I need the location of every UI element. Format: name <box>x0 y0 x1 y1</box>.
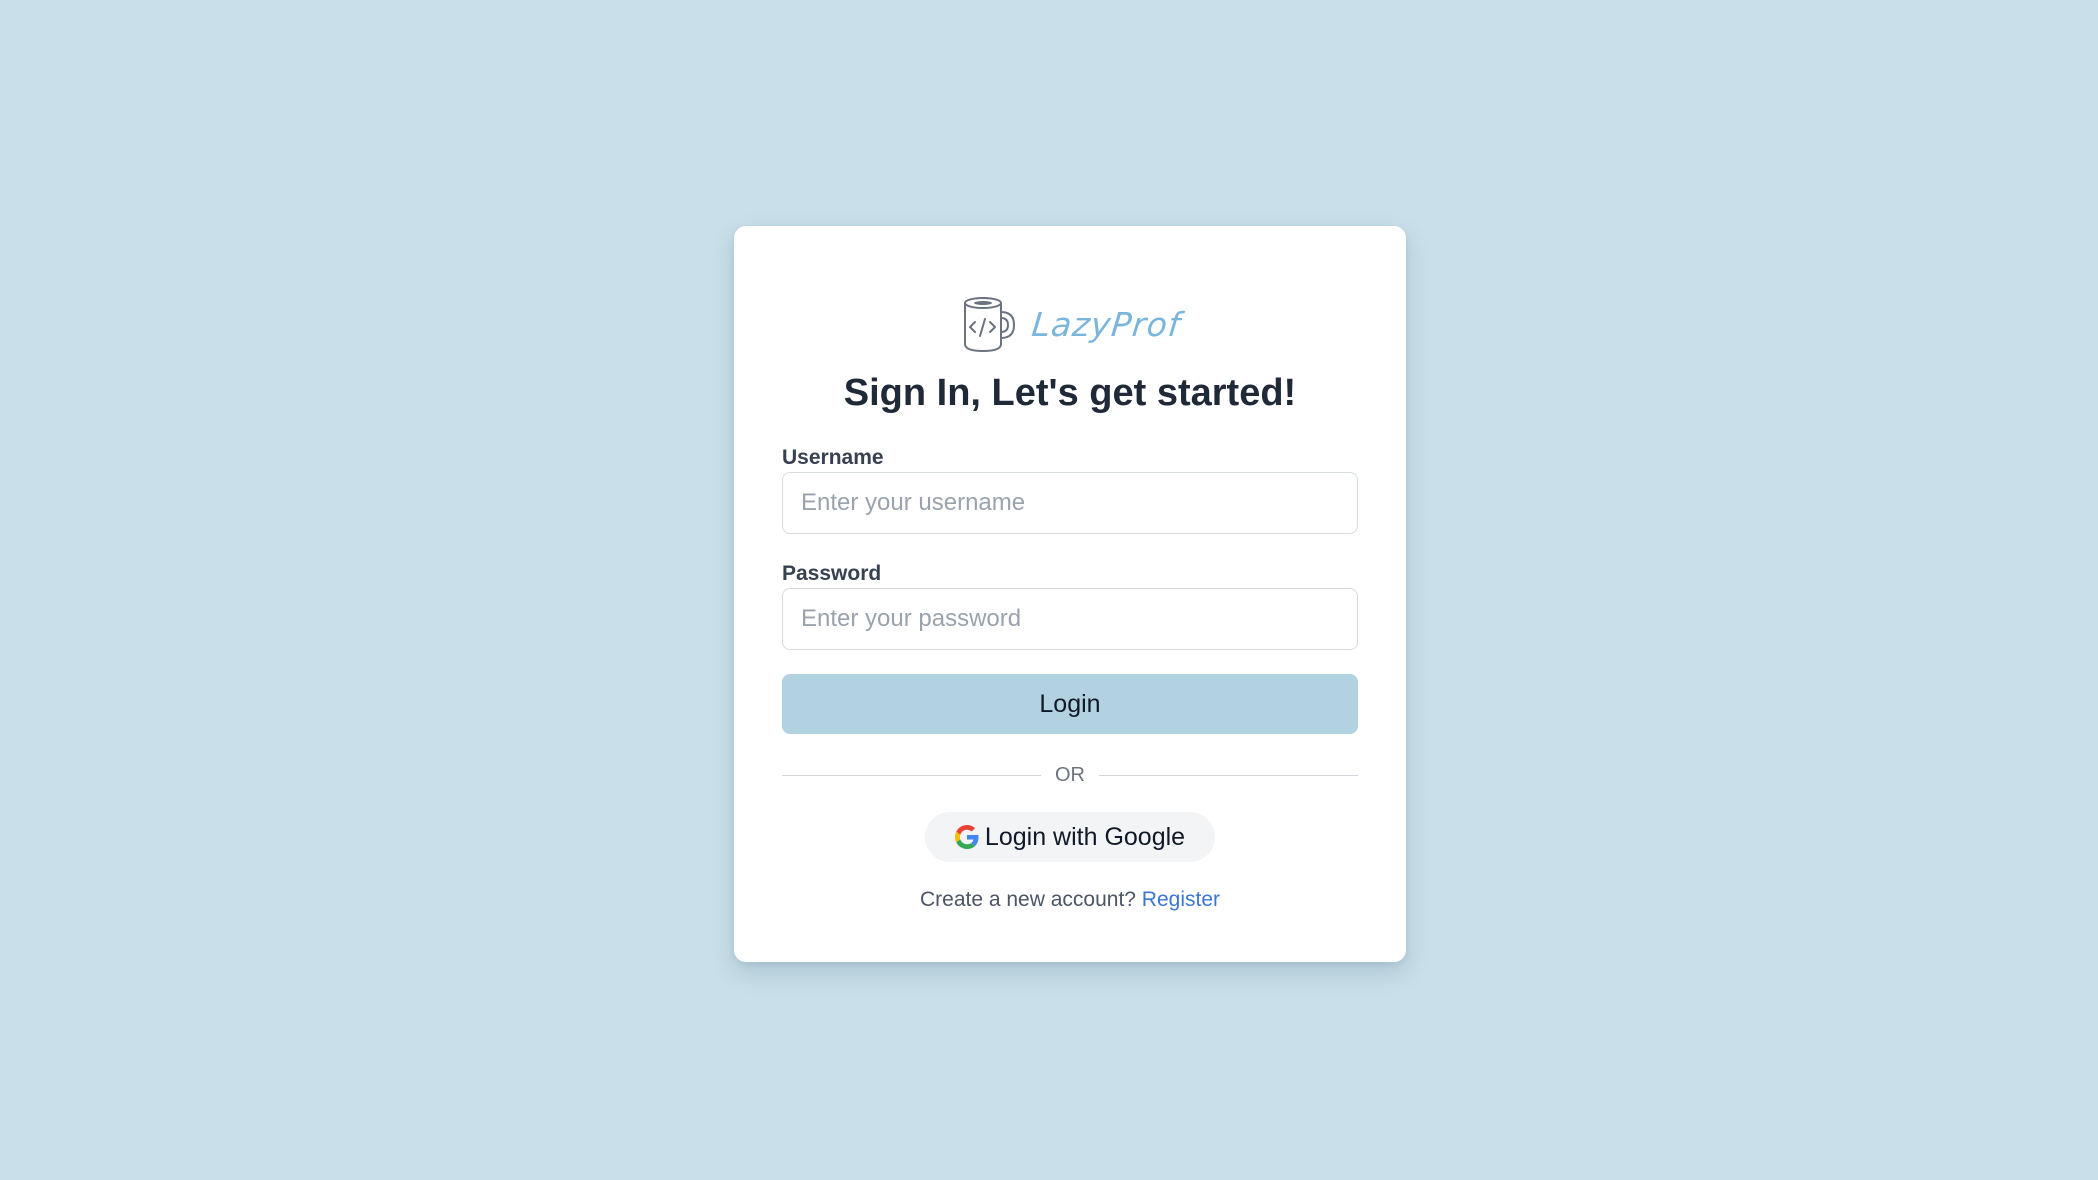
divider-line-left <box>782 774 1041 776</box>
login-card: LazyProf Sign In, Let's get started! Use… <box>734 226 1406 962</box>
register-row: Create a new account? Register <box>734 888 1406 912</box>
password-label: Password <box>782 562 882 585</box>
register-prompt: Create a new account? <box>919 888 1136 911</box>
google-icon <box>954 825 979 849</box>
register-link[interactable]: Register <box>1142 888 1220 911</box>
or-divider: OR <box>782 760 1358 790</box>
google-login-button[interactable]: Login with Google <box>925 812 1215 862</box>
brand-logo: LazyProf <box>734 294 1406 354</box>
login-button[interactable]: Login <box>782 674 1358 734</box>
username-input[interactable] <box>782 472 1358 534</box>
page-title: Sign In, Let's get started! <box>843 372 1297 414</box>
divider-line-right <box>1099 774 1358 776</box>
password-input[interactable] <box>782 588 1358 650</box>
brand-name: LazyProf <box>1029 304 1183 344</box>
google-login-label: Login with Google <box>984 822 1186 851</box>
coffee-mug-code-icon <box>963 297 1015 352</box>
divider-text: OR <box>1055 763 1085 786</box>
username-label: Username <box>782 446 884 469</box>
